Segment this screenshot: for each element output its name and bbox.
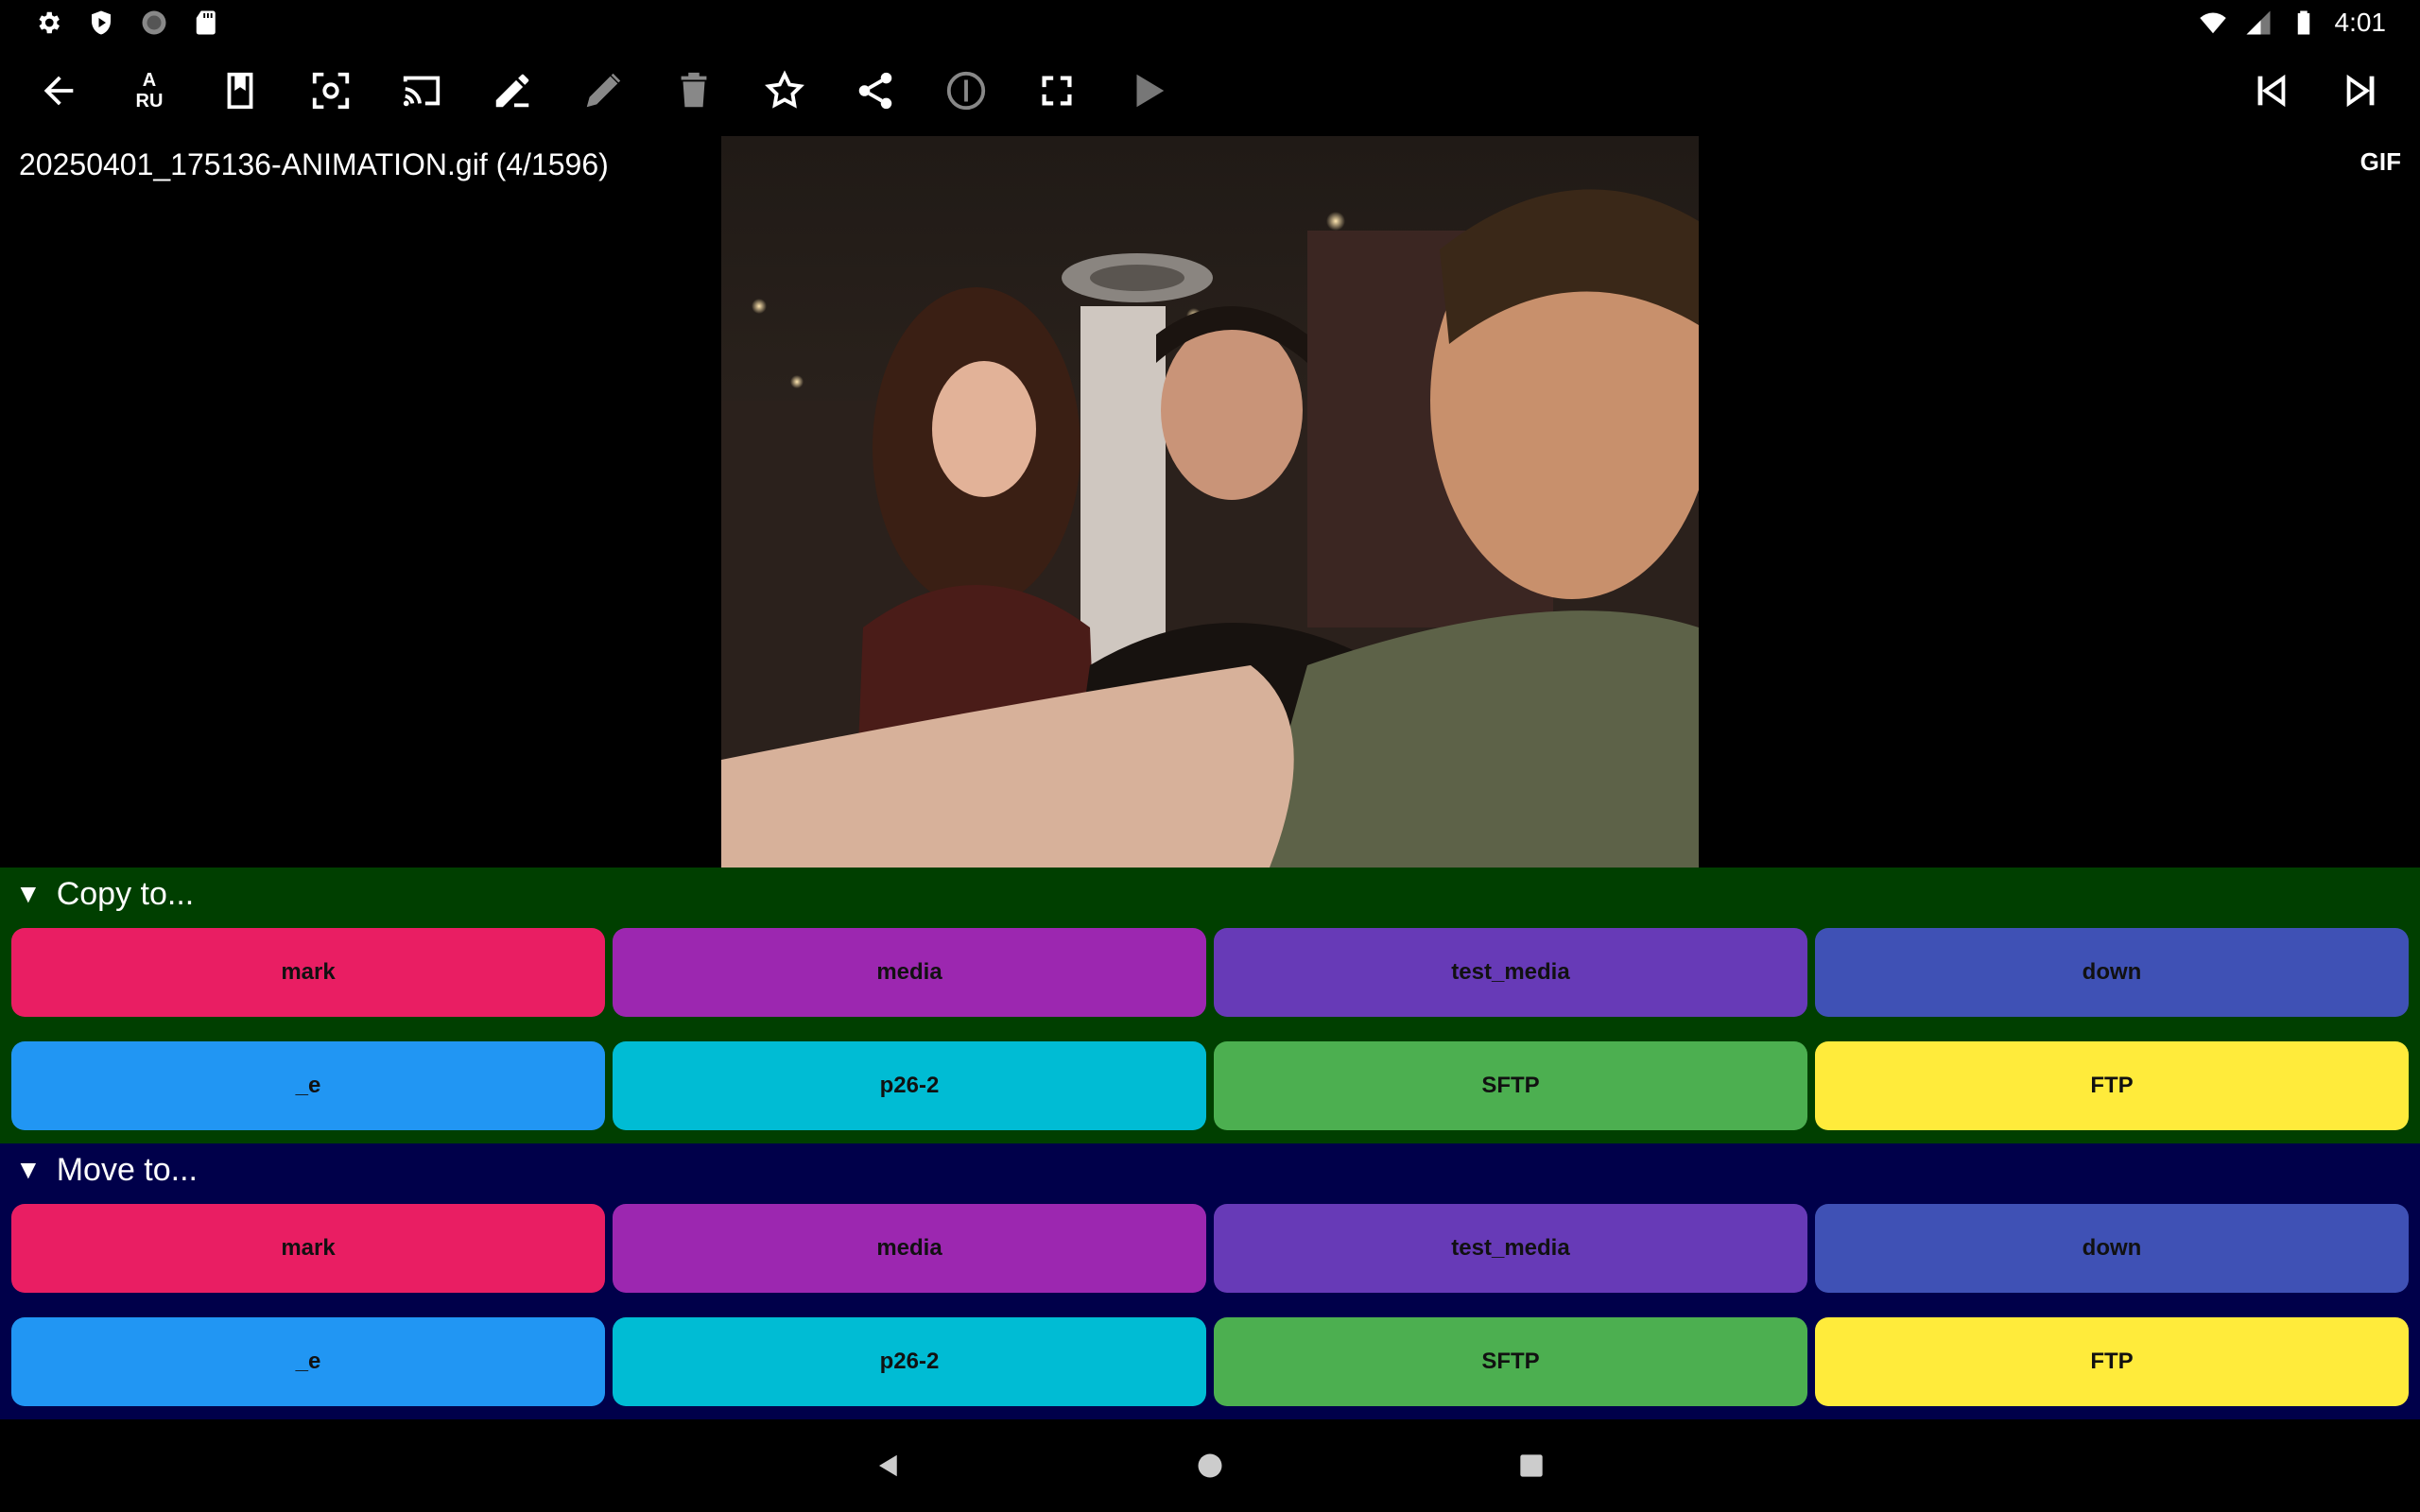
- move-button-sftp[interactable]: SFTP: [1214, 1317, 1807, 1406]
- move-button-media[interactable]: media: [613, 1204, 1206, 1293]
- previous-button[interactable]: [2225, 45, 2316, 136]
- move-button-p26-2[interactable]: p26-2: [613, 1317, 1206, 1406]
- cast-icon: [403, 76, 441, 107]
- status-bar: 4:01: [0, 0, 2420, 45]
- focus-button[interactable]: [285, 45, 376, 136]
- nav-back-button[interactable]: [851, 1428, 926, 1503]
- copy-button-down[interactable]: down: [1815, 928, 2409, 1017]
- edit-pencil-icon: [495, 74, 529, 108]
- copy-button-p26-2[interactable]: p26-2: [613, 1041, 1206, 1130]
- gear-icon: [39, 11, 60, 34]
- back-button[interactable]: [13, 45, 104, 136]
- toolbar: A RU: [0, 45, 2420, 136]
- move-button-test-media[interactable]: test_media: [1214, 1204, 1807, 1293]
- lang-top: A: [142, 70, 157, 91]
- fullscreen-button[interactable]: [1011, 45, 1102, 136]
- move-button-e[interactable]: _e: [11, 1317, 605, 1406]
- shield-play-icon: [92, 10, 111, 35]
- copy-button-mark[interactable]: mark: [11, 928, 605, 1017]
- bookmark-button[interactable]: [195, 45, 285, 136]
- cast-button[interactable]: [376, 45, 467, 136]
- move-button-mark[interactable]: mark: [11, 1204, 605, 1293]
- file-title: 20250401_175136-ANIMATION.gif (4/1596): [19, 147, 609, 181]
- move-panel-header[interactable]: ▼ Move to...: [0, 1143, 2420, 1196]
- info-button[interactable]: [921, 45, 1011, 136]
- info-icon: [946, 71, 986, 111]
- play-button[interactable]: [1102, 45, 1193, 136]
- battery-icon: [2297, 10, 2309, 35]
- move-panel-title: Move to...: [56, 1151, 198, 1188]
- format-badge: GIF: [2360, 147, 2401, 176]
- delete-button[interactable]: [648, 45, 739, 136]
- trash-icon: [681, 72, 707, 108]
- status-icons-left: [34, 9, 221, 37]
- copy-button-sftp[interactable]: SFTP: [1214, 1041, 1807, 1130]
- copy-button-e[interactable]: _e: [11, 1041, 605, 1130]
- status-time: 4:01: [2334, 8, 2387, 37]
- star-icon: [765, 70, 804, 109]
- copy-panel-header[interactable]: ▼ Copy to...: [0, 868, 2420, 920]
- next-button[interactable]: [2316, 45, 2407, 136]
- nav-recents-square-icon: [1520, 1454, 1543, 1477]
- favorite-button[interactable]: [739, 45, 830, 136]
- move-button-down[interactable]: down: [1815, 1204, 2409, 1293]
- copy-panel: ▼ Copy to... mark media test_media down _e p2…: [0, 868, 2420, 1143]
- translate-button[interactable]: A RU: [104, 45, 195, 136]
- navigation-bar: [0, 1419, 2420, 1512]
- translate-icon: A RU: [136, 70, 164, 112]
- nav-home-circle-icon: [1198, 1453, 1222, 1478]
- copy-button-ftp[interactable]: FTP: [1815, 1041, 2409, 1130]
- photo-image: [721, 136, 1699, 868]
- status-icons-right: 4:01: [2199, 8, 2387, 38]
- play-icon: [1136, 74, 1165, 108]
- pencil-icon: [586, 73, 621, 108]
- nav-back-triangle-icon: [879, 1454, 897, 1477]
- move-button-ftp[interactable]: FTP: [1815, 1317, 2409, 1406]
- copy-button-test-media[interactable]: test_media: [1214, 928, 1807, 1017]
- nav-home-button[interactable]: [1172, 1428, 1248, 1503]
- circle-icon: [142, 10, 166, 35]
- copy-button-grid: mark media test_media down _e p26-2 SFTP FTP: [0, 920, 2420, 1130]
- nav-recents-button[interactable]: [1494, 1428, 1569, 1503]
- draw-button[interactable]: [558, 45, 648, 136]
- signal-icon: [2246, 10, 2270, 35]
- toolbar-right: [2225, 45, 2407, 136]
- fullscreen-icon: [1042, 76, 1072, 106]
- skip-previous-icon: [2257, 74, 2286, 108]
- back-arrow-icon: [43, 76, 74, 106]
- toolbar-left: A RU: [13, 45, 1193, 136]
- skip-next-icon: [2346, 74, 2375, 108]
- move-button-grid: mark media test_media down _e p26-2 SFTP FTP: [0, 1196, 2420, 1406]
- focus-icon: [312, 72, 350, 110]
- share-button[interactable]: [830, 45, 921, 136]
- wifi-icon: [2199, 12, 2226, 34]
- collapse-triangle-icon: ▼: [15, 879, 42, 908]
- share-icon: [858, 72, 892, 110]
- move-panel: ▼ Move to... mark media test_media down _e p2…: [0, 1143, 2420, 1419]
- sd-card-icon: [196, 10, 216, 35]
- copy-panel-title: Copy to...: [56, 875, 195, 912]
- lang-bottom: RU: [135, 91, 164, 112]
- copy-button-media[interactable]: media: [613, 928, 1206, 1017]
- bookmark-icon: [227, 72, 253, 110]
- edit-button[interactable]: [467, 45, 558, 136]
- collapse-triangle-icon: ▼: [15, 1155, 42, 1184]
- photo-view[interactable]: [721, 136, 1699, 868]
